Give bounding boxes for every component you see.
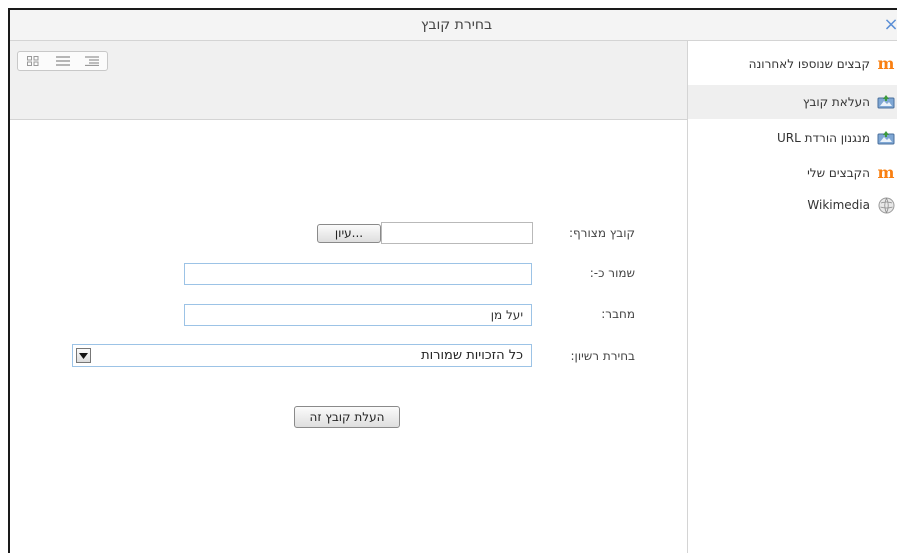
license-select[interactable]: כל הזכויות שמורות [72, 344, 532, 367]
chevron-down-icon[interactable] [76, 348, 91, 363]
icons-view-icon[interactable] [18, 52, 48, 70]
dialog-title: בחירת קובץ [420, 17, 493, 33]
save-as-label: שמור כ-: [589, 266, 635, 280]
sidebar-item-upload[interactable]: העלאת קובץ [688, 85, 897, 119]
sidebar-item-recent-files[interactable]: m קבצים שנוספו לאחרונה [688, 47, 897, 81]
save-as-input[interactable] [184, 263, 532, 285]
list-view-icon[interactable] [48, 52, 78, 70]
url-download-icon [876, 129, 896, 147]
attachment-file-field[interactable] [381, 222, 533, 244]
sidebar-item-label: מנגנון הורדת URL [776, 131, 870, 145]
wikimedia-icon [876, 196, 896, 214]
sidebar-item-label: העלאת קובץ [802, 95, 870, 109]
repository-sidebar: m קבצים שנוספו לאחרונה העלאת קובץ מנגנון… [687, 41, 897, 553]
upload-icon [876, 93, 896, 111]
sidebar-item-wikimedia[interactable]: Wikimedia [688, 188, 897, 222]
file-toolbar [10, 41, 687, 120]
license-label: בחירת רשיון: [570, 349, 635, 363]
author-label: מחבר: [601, 307, 635, 321]
dialog-titlebar: בחירת קובץ × [10, 10, 897, 41]
moodle-icon: m [877, 54, 895, 73]
license-selected-value: כל הזכויות שמורות [421, 348, 523, 363]
sidebar-item-url-download[interactable]: מנגנון הורדת URL [688, 121, 897, 155]
file-picker-dialog: בחירת קובץ × m קבצים שנוספו לאחרונה העלא… [8, 8, 897, 553]
sidebar-item-label: Wikimedia [807, 198, 870, 212]
moodle-icon: m [877, 163, 895, 182]
attachment-label: קובץ מצורף: [568, 226, 635, 240]
sidebar-item-label: הקבצים שלי [807, 166, 870, 180]
view-mode-group [17, 51, 108, 71]
tree-view-icon[interactable] [77, 52, 107, 70]
sidebar-item-label: קבצים שנוספו לאחרונה [748, 57, 870, 71]
author-input[interactable] [184, 304, 532, 326]
sidebar-item-my-files[interactable]: m הקבצים שלי [688, 156, 897, 190]
close-icon[interactable]: × [882, 16, 897, 34]
upload-file-button[interactable]: העלת קובץ זה [294, 406, 400, 428]
browse-button[interactable]: עיון... [317, 224, 381, 243]
